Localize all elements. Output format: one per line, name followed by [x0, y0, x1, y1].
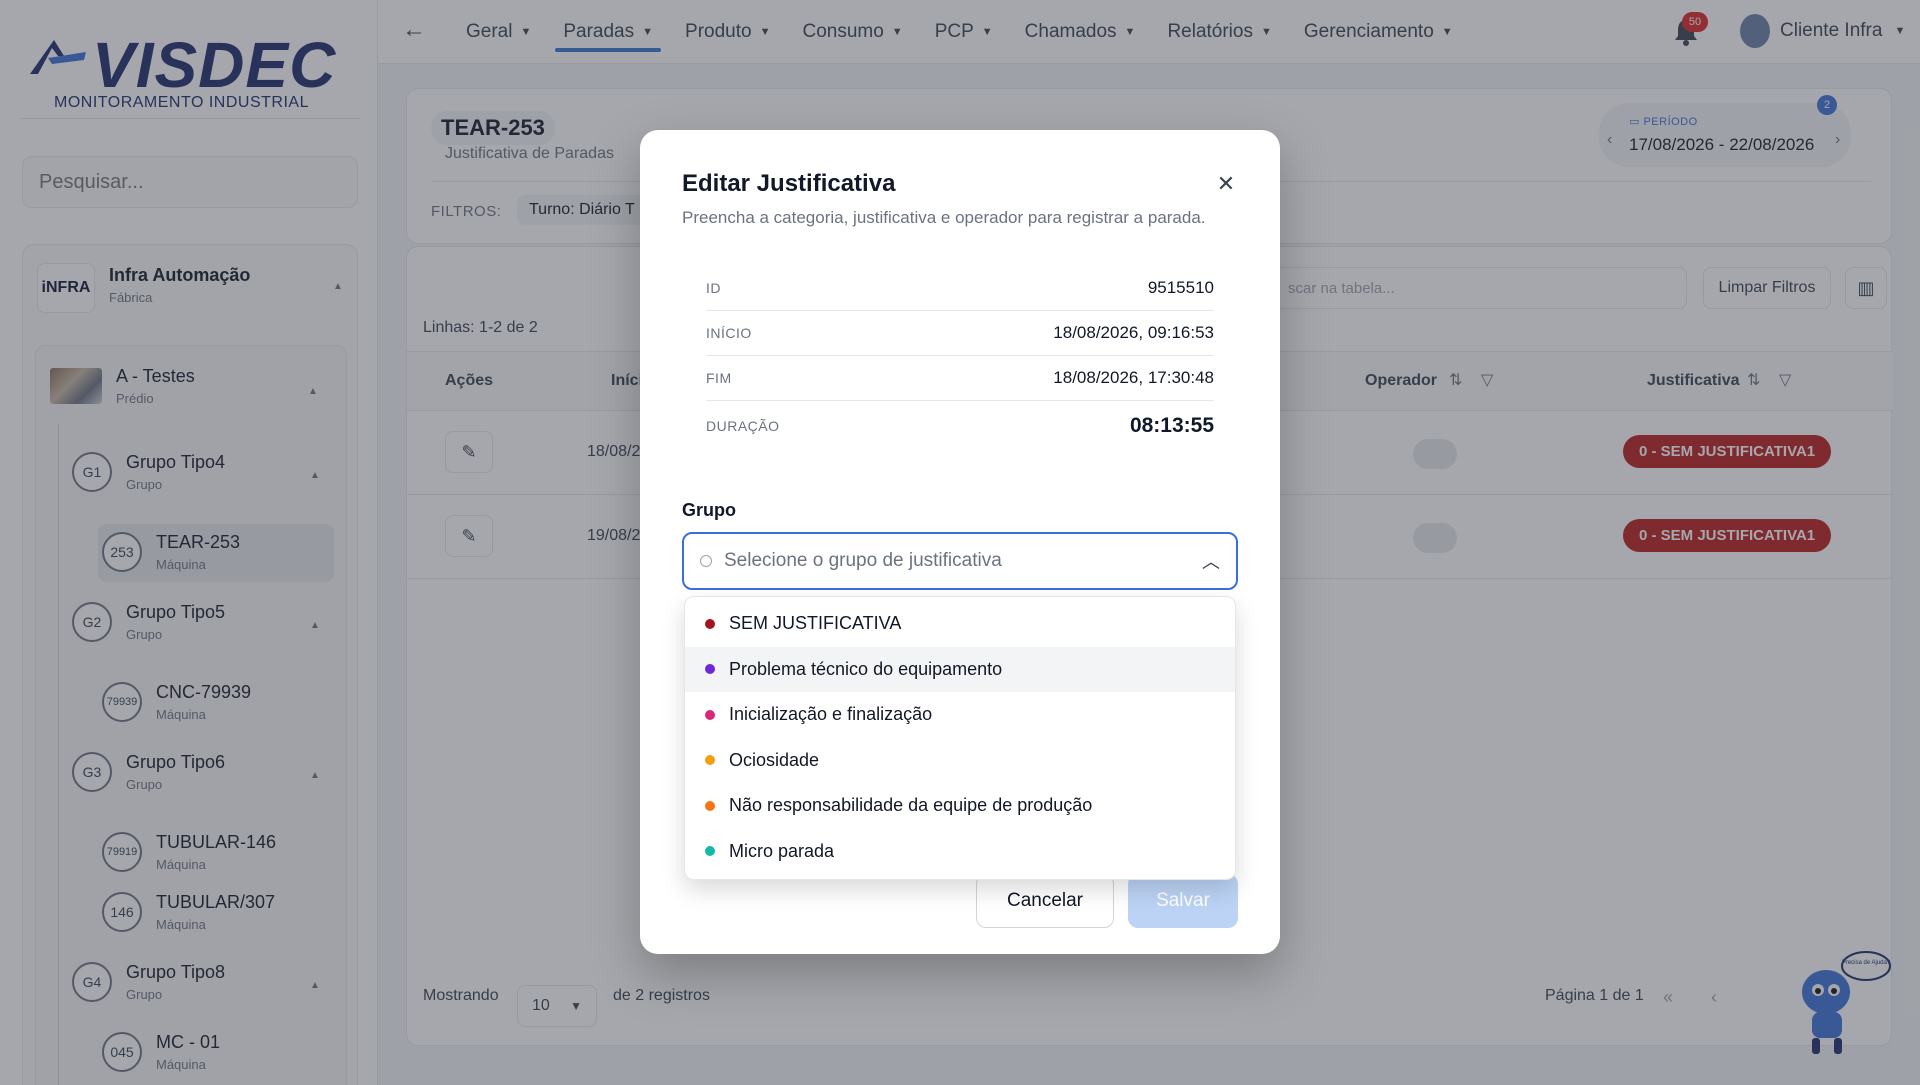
info-label: ID [706, 280, 721, 296]
color-dot [705, 664, 715, 675]
group-option[interactable]: Não responsabilidade da equipe de produç… [685, 783, 1235, 829]
modal-title: Editar Justificativa [682, 170, 896, 197]
info-value: 18/08/2026, 09:16:53 [1053, 323, 1214, 342]
group-select[interactable]: Selecione o grupo de justificativa ︿ [682, 532, 1238, 590]
group-select-placeholder: Selecione o grupo de justificativa [724, 550, 1002, 571]
group-option[interactable]: Ociosidade [685, 738, 1235, 784]
info-row-id: ID 9515510 [706, 266, 1214, 311]
info-label: INÍCIO [706, 325, 752, 341]
info-value: 08:13:55 [1129, 414, 1214, 437]
group-option[interactable]: Micro parada [685, 829, 1235, 875]
modal-description: Preencha a categoria, justificativa e op… [682, 208, 1206, 227]
info-value: 18/08/2026, 17:30:48 [1053, 368, 1214, 387]
color-dot [705, 846, 715, 857]
info-row-end: FIM 18/08/2026, 17:30:48 [706, 356, 1214, 401]
circle-icon [700, 555, 712, 567]
save-button[interactable]: Salvar [1128, 874, 1238, 928]
chevron-up-icon: ︿ [1202, 552, 1220, 572]
option-label: Problema técnico do equipamento [729, 658, 1003, 679]
stop-info-list: ID 9515510 INÍCIO 18/08/2026, 09:16:53 F… [706, 266, 1214, 451]
group-option[interactable]: SEM JUSTIFICATIVA [685, 601, 1235, 647]
group-option[interactable]: Inicialização e finalização [685, 692, 1235, 738]
color-dot [705, 800, 715, 811]
color-dot [705, 755, 715, 766]
group-field-label: Grupo [682, 500, 736, 520]
option-label: Ociosidade [729, 749, 820, 770]
color-dot [705, 709, 715, 720]
info-row-duration: DURAÇÃO 08:13:55 [706, 401, 1214, 451]
group-options-dropdown: SEM JUSTIFICATIVA Problema técnico do eq… [684, 596, 1236, 880]
close-icon[interactable]: ✕ [1212, 170, 1240, 198]
option-label: Micro parada [729, 840, 835, 861]
info-row-start: INÍCIO 18/08/2026, 09:16:53 [706, 311, 1214, 356]
cancel-button[interactable]: Cancelar [976, 874, 1114, 928]
option-label: SEM JUSTIFICATIVA [729, 613, 902, 634]
info-value: 9515510 [1147, 278, 1214, 297]
info-label: DURAÇÃO [706, 418, 780, 434]
option-label: Não responsabilidade da equipe de produç… [729, 795, 1093, 816]
info-label: FIM [706, 370, 732, 386]
color-dot [705, 618, 715, 629]
option-label: Inicialização e finalização [729, 704, 933, 725]
group-option[interactable]: Problema técnico do equipamento [685, 646, 1235, 692]
